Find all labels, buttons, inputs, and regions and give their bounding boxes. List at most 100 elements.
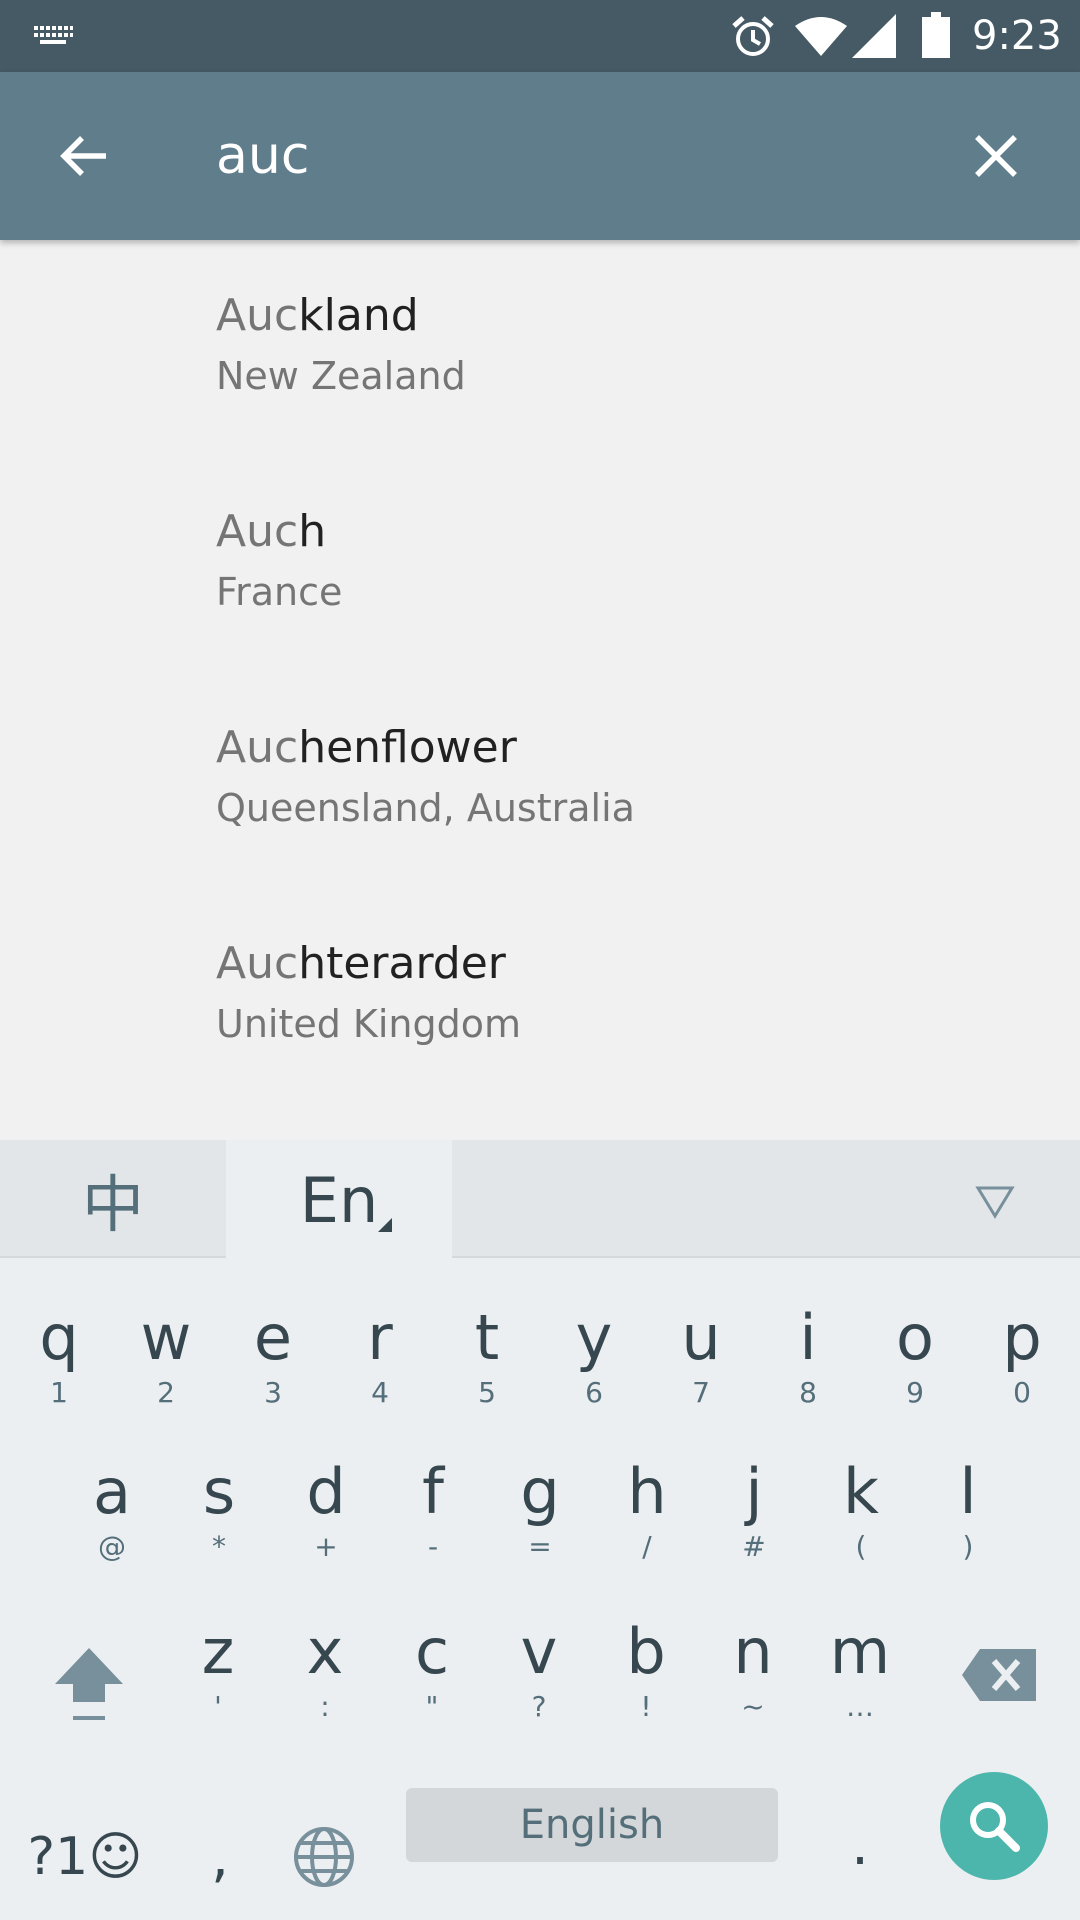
result-city: Auchterarder (216, 938, 506, 989)
key-label: x (306, 1615, 344, 1688)
key-l[interactable]: l) (916, 1442, 1020, 1582)
key-o[interactable]: o9 (863, 1288, 967, 1428)
period-key[interactable]: . (820, 1800, 900, 1890)
key-hint: ? (531, 1690, 547, 1723)
key-n[interactable]: n ~ (701, 1602, 805, 1742)
key-label: z (201, 1615, 235, 1688)
chinese-mode-tab[interactable]: 中 (0, 1140, 226, 1258)
arrow-back-icon (60, 136, 106, 176)
key-m[interactable]: m… (808, 1602, 912, 1742)
key-u[interactable]: u7 (649, 1288, 753, 1428)
key-c[interactable]: c " (380, 1602, 484, 1742)
key-hint: 9 (906, 1376, 924, 1409)
key-v[interactable]: v? (487, 1602, 591, 1742)
key-hint: = (528, 1530, 552, 1563)
key-hint: ) (962, 1530, 974, 1563)
key-g[interactable]: g = (488, 1442, 592, 1582)
search-input[interactable] (216, 116, 916, 196)
key-label: t (474, 1301, 500, 1374)
key-hint: # (742, 1530, 766, 1563)
key-hint: ~ (741, 1690, 765, 1723)
key-t[interactable]: t5 (435, 1288, 539, 1428)
key-label: y (575, 1301, 613, 1374)
shift-icon (55, 1648, 123, 1720)
status-bar: 9:23 (0, 0, 1080, 72)
key-f[interactable]: f- (381, 1442, 485, 1582)
key-label: q (39, 1301, 79, 1374)
key-h[interactable]: h / (595, 1442, 699, 1582)
result-item[interactable]: Auckland New Zealand (0, 240, 1080, 456)
search-icon (970, 1802, 1020, 1852)
english-mode-tab[interactable]: En (226, 1140, 452, 1260)
key-hint: 0 (1013, 1376, 1031, 1409)
key-hint: + (314, 1530, 338, 1563)
key-hint: * (212, 1530, 226, 1563)
key-label: n (733, 1615, 773, 1688)
key-hint: @ (98, 1530, 126, 1563)
key-s[interactable]: s * (167, 1442, 271, 1582)
key-y[interactable]: y6 (542, 1288, 646, 1428)
back-button[interactable] (42, 114, 126, 198)
collapse-keyboard-icon[interactable] (960, 1164, 1030, 1234)
key-hint: " (425, 1690, 439, 1723)
result-item[interactable]: Auchenflower Queensland, Australia (0, 672, 1080, 888)
search-toolbar (0, 72, 1080, 240)
result-city: Auchenflower (216, 722, 517, 773)
result-region: New Zealand (216, 354, 466, 398)
space-key[interactable]: English (406, 1788, 778, 1862)
key-e[interactable]: e3 (221, 1288, 325, 1428)
key-d[interactable]: d + (274, 1442, 378, 1582)
result-city: Auckland (216, 290, 419, 341)
result-item[interactable]: Auchterarder United Kingdom (0, 888, 1080, 1104)
backspace-icon (962, 1649, 1036, 1701)
status-time: 9:23 (972, 13, 1062, 59)
key-z[interactable]: z ' (166, 1602, 270, 1742)
key-i[interactable]: i8 (756, 1288, 860, 1428)
key-x[interactable]: x: (273, 1602, 377, 1742)
key-label: v (520, 1615, 558, 1688)
backspace-key[interactable] (950, 1620, 1050, 1730)
key-hint: 4 (371, 1376, 389, 1409)
key-hint: 7 (692, 1376, 710, 1409)
key-b[interactable]: b! (594, 1602, 698, 1742)
language-key[interactable] (284, 1812, 364, 1902)
result-city: Auch (216, 506, 327, 557)
key-hint: 2 (157, 1376, 175, 1409)
key-label: k (843, 1455, 879, 1528)
key-label: e (253, 1301, 293, 1374)
result-region: France (216, 570, 343, 614)
search-key[interactable] (940, 1772, 1048, 1880)
key-hint: - (427, 1530, 439, 1563)
key-label: i (799, 1301, 817, 1374)
key-label: j (745, 1455, 763, 1528)
keyboard-icon (34, 26, 73, 44)
keyboard-toolbar: 中 En (0, 1140, 1080, 1260)
key-label: o (896, 1301, 934, 1374)
symbols-key[interactable]: ?1☺ (20, 1812, 150, 1902)
key-label: r (367, 1301, 393, 1374)
key-hint: / (642, 1530, 652, 1563)
clear-search-button[interactable] (954, 114, 1038, 198)
search-results-list: Auckland New Zealand Auch France Auchenf… (0, 240, 1080, 1140)
key-label: d (306, 1455, 346, 1528)
key-hint: : (320, 1690, 330, 1723)
key-hint: ! (640, 1690, 652, 1723)
key-label: b (626, 1615, 666, 1688)
result-item[interactable]: Auch France (0, 456, 1080, 672)
wifi-icon (795, 17, 847, 56)
key-a[interactable]: a @ (60, 1442, 164, 1582)
key-p[interactable]: p0 (970, 1288, 1074, 1428)
corner-indicator-icon (378, 1218, 392, 1232)
comma-key[interactable]: , (180, 1812, 260, 1902)
key-j[interactable]: j # (702, 1442, 806, 1582)
key-label: h (627, 1455, 667, 1528)
shift-key[interactable] (44, 1630, 134, 1740)
key-k[interactable]: k( (809, 1442, 913, 1582)
globe-icon (294, 1827, 354, 1887)
key-hint: 3 (264, 1376, 282, 1409)
key-q[interactable]: q1 (7, 1288, 111, 1428)
key-r[interactable]: r4 (328, 1288, 432, 1428)
close-icon (975, 135, 1017, 177)
key-label: g (520, 1455, 560, 1528)
key-w[interactable]: w2 (114, 1288, 218, 1428)
